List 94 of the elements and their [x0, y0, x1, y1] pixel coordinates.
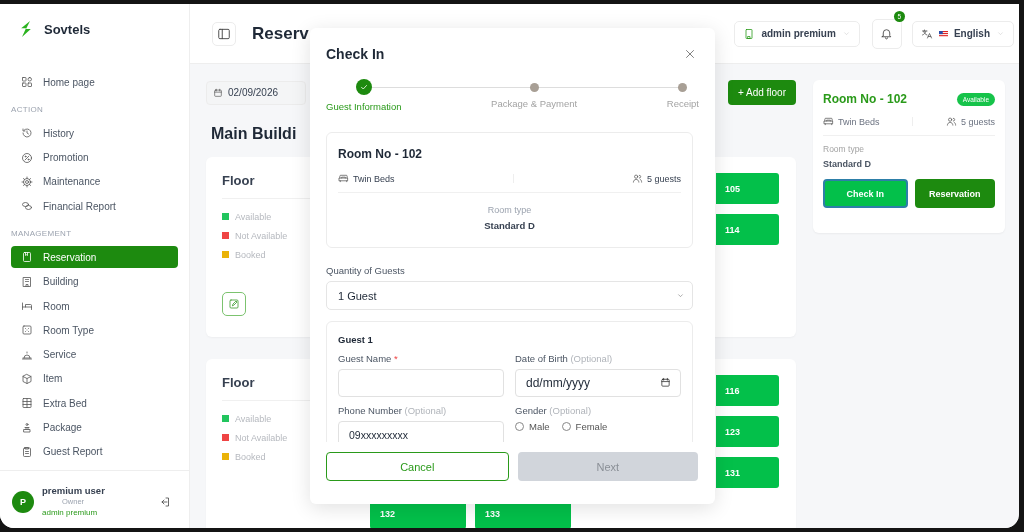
sidebar-item[interactable]: Room Type	[11, 319, 178, 342]
avatar: P	[12, 490, 34, 513]
section-heading: MANAGEMENT	[11, 229, 73, 239]
chevron-icon	[841, 29, 851, 38]
legend-label: Booked	[235, 249, 266, 260]
chevron-icon	[996, 29, 1005, 38]
sidebar-item[interactable]: Financial Report	[11, 195, 178, 218]
translate-icon	[920, 27, 933, 40]
room-type-label: Room type	[823, 144, 866, 154]
discount-icon	[21, 151, 33, 164]
grid-icon	[21, 76, 33, 88]
field-label: Quantity of Guests	[326, 265, 406, 276]
legend-label: Available	[235, 211, 272, 222]
calendar-icon	[213, 87, 223, 98]
room-type-value: Standard D	[823, 159, 872, 169]
date-of-birth-field[interactable]: dd/mm/yyyy	[515, 369, 681, 397]
building-title: Main Buildi	[211, 125, 298, 143]
bed-icon	[338, 173, 349, 184]
app-name: Sovtels	[44, 21, 91, 37]
sidebar-item[interactable]: Package	[11, 416, 178, 439]
calendar-icon	[660, 377, 671, 388]
page-title: Reserv	[252, 23, 309, 44]
close-icon	[683, 47, 697, 61]
sidebar-item[interactable]: Item	[11, 367, 178, 390]
sidebar-item[interactable]: Service	[11, 343, 178, 366]
clipboard-icon	[21, 445, 33, 458]
edit-button[interactable]	[222, 292, 246, 316]
guest-capacity: 5 guests	[646, 173, 681, 184]
add-floor-button[interactable]: + Add floor	[727, 80, 796, 105]
action-button[interactable]: Reservation	[914, 179, 995, 208]
users-icon	[631, 173, 643, 184]
sidebar-item[interactable]: History	[11, 122, 178, 145]
account-name: admin premium	[42, 507, 98, 518]
user-name: premium user	[42, 485, 105, 496]
room-title: Room No - 102	[823, 92, 907, 106]
guest-capacity: 5 guests	[960, 116, 995, 127]
room-title: Room No - 102	[338, 147, 423, 161]
dialog-title: Check In	[326, 46, 385, 62]
guest-heading: Guest 1	[338, 334, 374, 345]
coins-icon	[21, 200, 33, 213]
bell-icon	[880, 27, 894, 40]
panel-icon	[217, 26, 231, 41]
legend-label: Not Available	[235, 230, 288, 241]
cancel-button[interactable]: Cancel	[326, 452, 509, 481]
table-icon	[21, 397, 33, 410]
field-label: Guest Name *	[338, 353, 399, 364]
guest-name-field[interactable]	[338, 369, 504, 397]
history-icon	[21, 127, 33, 140]
sidebar-item[interactable]: Promotion	[11, 146, 178, 169]
building-icon	[743, 27, 756, 40]
sidebar-item[interactable]: Extra Bed	[11, 392, 178, 415]
notifications-button[interactable]	[871, 18, 902, 49]
chevron-icon	[676, 291, 685, 300]
bed-type: Twin Beds	[353, 173, 395, 184]
date-field[interactable]: 02/09/2026	[206, 80, 306, 105]
language-button[interactable]: English	[911, 20, 1014, 47]
sidebar-item[interactable]: Reservation	[11, 246, 178, 269]
step-label: Package & Payment	[491, 98, 578, 109]
room-type-label: Room type	[486, 205, 533, 215]
room-type-value: Standard D	[483, 220, 536, 231]
building-icon	[21, 275, 33, 288]
gear-icon	[21, 175, 33, 188]
grid-icon	[21, 324, 33, 337]
bed-type: Twin Beds	[838, 116, 880, 127]
logout-icon[interactable]	[159, 495, 171, 508]
sidebar-item[interactable]: Maintenance	[11, 170, 178, 193]
sidebar-item[interactable]: Guest Report	[11, 440, 178, 463]
sidebar-item[interactable]: Room	[11, 295, 178, 318]
edit-icon	[228, 298, 240, 310]
legend-label: Available	[235, 413, 272, 424]
sidebar-toggle-button[interactable]	[212, 21, 236, 46]
step-label: Guest Information	[326, 101, 402, 112]
legend-label: Not Available	[235, 432, 288, 443]
field-label: Date of Birth (Optional)	[515, 353, 614, 364]
stack-icon	[21, 421, 33, 434]
radio-label: Male	[529, 421, 550, 432]
account-button[interactable]: admin premium	[734, 20, 860, 47]
radio-label: Female	[575, 421, 608, 432]
cube-icon	[21, 372, 33, 385]
bed-icon	[823, 116, 834, 127]
flag-icon	[938, 30, 948, 37]
step-label: Receipt	[666, 98, 699, 109]
bed-icon	[21, 300, 33, 313]
legend-label: Booked	[235, 451, 266, 462]
field-label: Gender (Optional)	[515, 405, 593, 416]
book-icon	[21, 251, 33, 264]
field-label: Phone Number (Optional)	[338, 405, 448, 416]
guest-quantity-select[interactable]: 1 Guest	[326, 281, 693, 310]
section-heading: ACTION	[11, 105, 45, 115]
sidebar-item[interactable]: Home page	[11, 71, 178, 93]
sidebar-item[interactable]: Building	[11, 270, 178, 293]
close-button[interactable]	[683, 47, 697, 61]
phone-number-field[interactable]: 09xxxxxxxxx	[338, 421, 504, 442]
users-icon	[945, 116, 957, 127]
